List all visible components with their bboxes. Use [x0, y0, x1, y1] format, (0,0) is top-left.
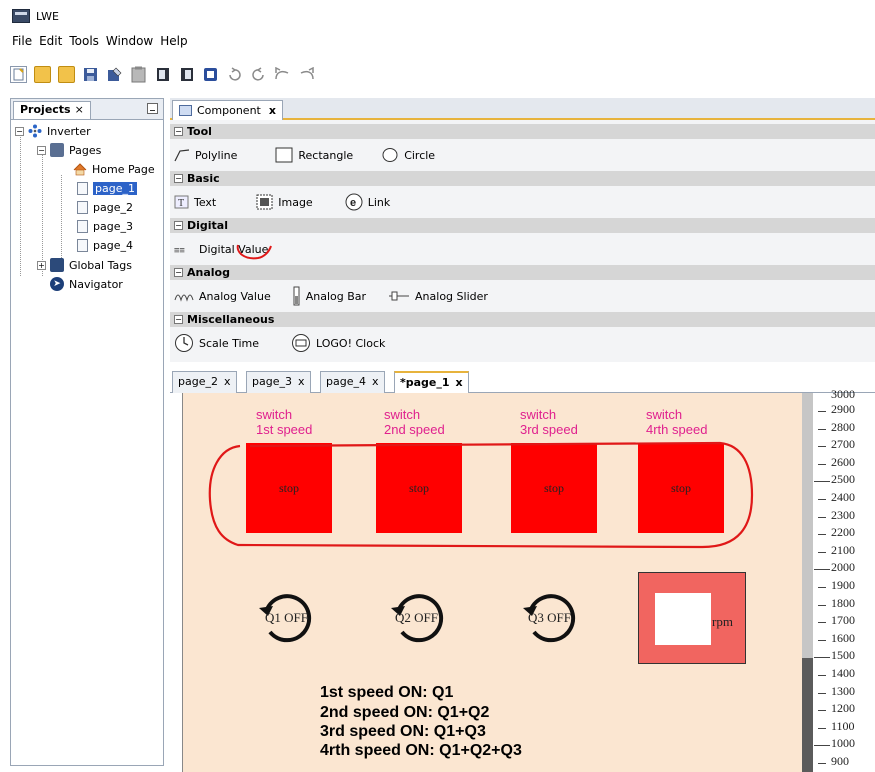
ruler-label: 1000 — [831, 736, 855, 751]
speed-note-2: 2nd speed ON: Q1+Q2 — [320, 704, 490, 721]
ruler-label: 1700 — [831, 613, 855, 628]
rpm-display[interactable]: rpm — [638, 572, 746, 664]
ruler-tick — [818, 551, 826, 553]
ruler-tick — [818, 587, 826, 588]
ruler-label: 1200 — [831, 701, 855, 716]
ruler-tick — [818, 604, 826, 606]
ruler-tick — [814, 657, 830, 659]
scrollbar-thumb[interactable] — [802, 658, 813, 772]
ruler-label: 900 — [831, 754, 849, 768]
ruler-label: 2500 — [831, 472, 855, 487]
ruler-label-top: 3000 — [831, 390, 855, 398]
rpm-value-field — [655, 593, 711, 645]
ruler-tick — [818, 411, 826, 412]
ruler-label: 1100 — [831, 718, 855, 733]
ruler-label: 1500 — [831, 648, 855, 663]
ruler-label: 2100 — [831, 542, 855, 557]
speed-note-4: 4rth speed ON: Q1+Q2+Q3 — [320, 742, 522, 759]
ruler-label: 1400 — [831, 666, 855, 680]
rpm-label: rpm — [712, 614, 733, 629]
q3-status: Q3 OFF — [528, 610, 571, 625]
q2-status: Q2 OFF — [395, 610, 438, 625]
ruler-tick — [818, 622, 826, 624]
ruler-tick — [818, 463, 826, 465]
ruler-label: 2700 — [831, 437, 855, 452]
ruler-tick — [818, 710, 826, 712]
ruler-label: 2800 — [831, 419, 855, 434]
digital-value-annotation — [236, 244, 272, 260]
ruler-tick — [818, 499, 826, 500]
speed-note-3: 3rd speed ON: Q1+Q3 — [320, 723, 486, 740]
ruler-label: 1800 — [831, 595, 855, 610]
ruler-tick — [818, 534, 826, 536]
ruler-tick — [818, 516, 826, 518]
q1-status: Q1 OFF — [265, 610, 308, 625]
ruler-label: 1900 — [831, 578, 855, 592]
ruler-tick — [818, 763, 826, 764]
ruler-tick — [818, 428, 826, 430]
ruler-tick — [818, 675, 826, 676]
ruler-label: 1600 — [831, 630, 855, 645]
ruler-tick — [814, 569, 830, 571]
ruler-tick — [818, 692, 826, 694]
ruler-tick — [814, 745, 830, 747]
ruler-label: 2000 — [831, 560, 855, 575]
ruler-label: 1300 — [831, 683, 855, 698]
ruler-label: 2200 — [831, 525, 855, 540]
ruler-tick — [818, 639, 826, 641]
ruler-label: 2600 — [831, 454, 855, 469]
ruler-tick — [818, 446, 826, 448]
switch-group-annotation — [208, 441, 754, 549]
ruler-label: 2900 — [831, 402, 855, 416]
ruler-tick — [814, 481, 830, 483]
ruler-tick — [818, 727, 826, 729]
speed-note-1: 1st speed ON: Q1 — [320, 684, 454, 701]
ruler-label: 2300 — [831, 507, 855, 522]
ruler-label: 2400 — [831, 490, 855, 504]
